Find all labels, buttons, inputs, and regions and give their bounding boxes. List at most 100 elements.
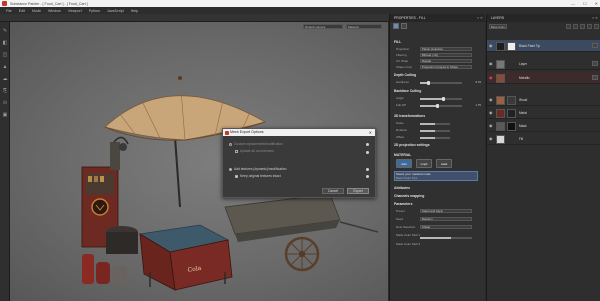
layer-row[interactable]: ◉ Metallic [487, 72, 600, 84]
visibility-eye-icon[interactable]: ◉ [489, 43, 494, 48]
color-channel-button[interactable]: color [396, 159, 412, 168]
layer-row[interactable]: ◉ Black Paint Tip [487, 40, 600, 52]
add-fill-layer-icon[interactable] [566, 24, 571, 29]
layer-name: Metal [519, 111, 527, 115]
tab-fill[interactable] [393, 23, 399, 29]
visibility-eye-icon[interactable]: ◉ [489, 123, 494, 128]
option2-sub-info-icon[interactable] [366, 175, 369, 178]
visibility-eye-icon[interactable]: ◉ [489, 110, 494, 115]
scale-slider[interactable] [420, 123, 450, 125]
section-material[interactable]: MATERIAL [394, 153, 411, 157]
option2-radio[interactable] [229, 167, 232, 171]
layer-thumbnail [496, 95, 505, 105]
filtering-dropdown[interactable]: Bilinear | HQ [420, 53, 472, 57]
option1-checkbox[interactable] [235, 149, 238, 153]
layer-row[interactable]: ◉ Metal [487, 107, 600, 119]
rotation-slider[interactable] [420, 130, 450, 132]
menu-edit[interactable]: Edit [19, 9, 25, 13]
geometry-mask-tool-icon[interactable]: ▲ [2, 64, 8, 70]
preset-dropdown[interactable]: Select and Apply [420, 209, 472, 213]
hardness-value[interactable]: 0.15 [476, 80, 481, 84]
layer-blend-icon[interactable] [592, 61, 598, 66]
eraser-tool-icon[interactable]: ◧ [2, 40, 8, 46]
add-mask-icon[interactable] [580, 24, 585, 29]
section-3d-transformations[interactable]: 3D transformations [394, 114, 425, 118]
menu-viewport[interactable]: Viewport [68, 9, 82, 13]
section-2d-projection[interactable]: 2D projection settings [394, 143, 430, 147]
rough-channel-button[interactable]: rough [416, 159, 432, 168]
tab-mask[interactable] [401, 23, 407, 29]
option1-radio[interactable] [229, 142, 232, 146]
section-attributes[interactable]: Attributes [394, 186, 410, 190]
menu-file[interactable]: File [6, 9, 12, 13]
layers-menu-icon[interactable]: ≡ ✕ [592, 14, 598, 22]
option2-sub-label: Keep original textures intact [240, 174, 281, 178]
option2-sub-row[interactable]: Keep original textures intact [235, 174, 281, 178]
layer-blend-icon[interactable] [592, 75, 598, 80]
fill-tool-icon[interactable]: ▣ [2, 112, 8, 118]
section-parameters[interactable]: Parameters [394, 202, 412, 206]
cancel-button[interactable]: Cancel [322, 188, 344, 194]
option1-sub-row[interactable]: Update all occurrences [235, 149, 274, 153]
visibility-eye-icon[interactable]: ◉ [489, 61, 494, 66]
visibility-eye-icon[interactable]: ◉ [489, 136, 494, 141]
scale-label: Scale [396, 121, 404, 125]
offset-slider[interactable] [420, 137, 450, 139]
option2-checkbox[interactable] [235, 174, 238, 178]
section-channels-mapping[interactable]: Channels mapping [394, 194, 424, 198]
add-folder-icon[interactable] [587, 24, 592, 29]
mask-thumbnail [507, 95, 516, 105]
brush-tool-icon[interactable]: ✎ [2, 28, 8, 34]
option2-info-icon[interactable] [366, 168, 369, 171]
panel-menu-icon[interactable]: ≡ ✕ [477, 14, 483, 22]
dust-dropdown[interactable]: Shade [420, 225, 472, 229]
seed-button[interactable]: Random [420, 217, 472, 221]
maximize-button[interactable]: ☐ [583, 1, 587, 6]
shape-crop-dropdown[interactable]: Projection Cropped to Shape [420, 65, 472, 69]
falloff-value[interactable]: 1.75 [476, 103, 481, 107]
layer-row[interactable]: ◉ Fill [487, 133, 600, 145]
option1-sub-label: Update all occurrences [240, 149, 274, 153]
shape-crop-label: Shape Crop [396, 65, 413, 69]
projection-dropdown[interactable]: Planar projection [420, 47, 472, 51]
layer-row[interactable]: ◉ Wood [487, 94, 600, 106]
falloff-slider[interactable] [420, 104, 462, 108]
clone-tool-icon[interactable]: ⎘ [2, 88, 8, 94]
metal-channel-button[interactable]: metal [436, 159, 452, 168]
option2-label: Add textures (dynamic)/modification [234, 167, 287, 171]
visibility-eye-icon[interactable]: ◉ [489, 75, 494, 80]
section-fill[interactable]: FILL [394, 40, 401, 44]
mask-mult-slider[interactable] [420, 237, 472, 239]
export-button[interactable]: Export [347, 188, 369, 194]
layer-blend-icon[interactable] [592, 43, 598, 48]
angle-slider[interactable] [420, 97, 462, 101]
hardness-slider[interactable] [420, 81, 462, 85]
section-depth-culling[interactable]: Depth Culling [394, 73, 416, 77]
close-button[interactable]: ✕ [595, 1, 598, 6]
tool-strip: ✎ ◧ ◫ ▲ ☁ ⎘ ⊙ ▣ [0, 22, 10, 301]
visibility-eye-icon[interactable]: ◉ [489, 97, 494, 102]
menu-python[interactable]: Python [89, 9, 100, 13]
add-layer-icon[interactable] [573, 24, 578, 29]
option1-info-icon[interactable] [366, 143, 369, 146]
seed-label: Seed [396, 217, 404, 221]
menu-javascript[interactable]: JavaScript [107, 9, 124, 13]
layer-row[interactable]: ◉ Layer [487, 58, 600, 70]
minimize-button[interactable]: — [571, 1, 575, 6]
projection-tool-icon[interactable]: ◫ [2, 52, 8, 58]
option1-row[interactable]: Custom replacement/modification [229, 142, 283, 146]
delete-layer-icon[interactable] [594, 24, 599, 29]
3d-viewport[interactable]: Default camera Material Cola Mesh Export… [10, 22, 388, 301]
menu-help[interactable]: Help [131, 9, 138, 13]
option2-row[interactable]: Add textures (dynamic)/modification [229, 167, 286, 171]
menu-mode[interactable]: Mode [32, 9, 41, 13]
dialog-close-button[interactable]: ✕ [369, 129, 372, 136]
option1-sub-info-icon[interactable] [366, 151, 369, 154]
smudge-tool-icon[interactable]: ☁ [2, 76, 8, 82]
blend-channel-dropdown[interactable]: Base Color [489, 24, 507, 29]
section-backface-culling[interactable]: Backface Culling [394, 89, 421, 93]
picker-tool-icon[interactable]: ⊙ [2, 100, 8, 106]
uv-wrap-dropdown[interactable]: Repeat [420, 59, 472, 63]
layer-row[interactable]: ◉ Mask [487, 120, 600, 132]
menu-window[interactable]: Window [48, 9, 61, 13]
